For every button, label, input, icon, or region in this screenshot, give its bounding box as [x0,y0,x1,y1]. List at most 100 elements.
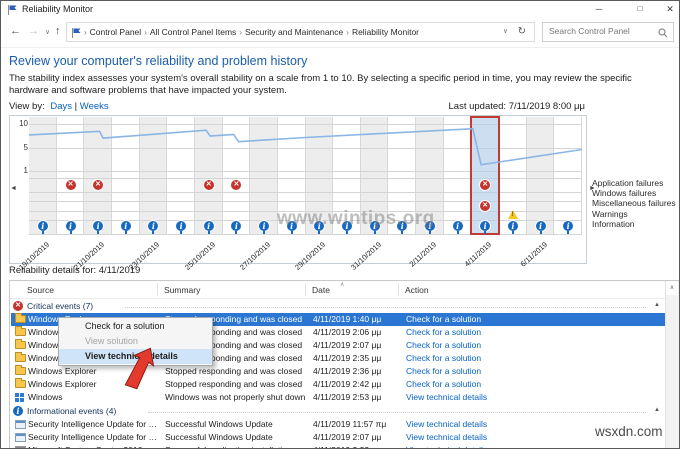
row-folder-icon [15,341,26,349]
chart-scroll-left-icon[interactable]: ◄ [10,185,17,192]
row-app-window-icon [15,420,26,429]
app-flag-icon [7,4,18,15]
close-button[interactable]: ✕ [660,2,680,16]
cell-action-link[interactable]: Check for a solution [406,378,656,391]
search-box[interactable] [542,22,674,42]
breadcrumb-flag-icon [71,27,82,38]
refresh-icon[interactable]: ↻ [518,26,526,37]
legend-row-label: Windows failures [592,188,676,198]
minimize-button[interactable]: ─ [589,2,609,16]
table-row[interactable]: Microsoft System Center 2016 Ma...Succes… [11,444,665,449]
row-windows-icon [15,393,24,402]
scrollbar-up-icon[interactable]: ∧ [666,281,678,295]
row-folder-icon [15,328,26,336]
table-row[interactable]: Windows ExplorerStopped responding and w… [11,365,665,378]
cell-summary: Successful Windows Update [165,418,306,431]
legend-row-label: Warnings [592,209,676,219]
breadcrumb-item[interactable]: Control Panel [90,27,142,37]
navigation-toolbar: ← → ∨ ↑ ›Control Panel›All Control Panel… [1,18,679,48]
information-icon[interactable]: i [204,221,214,231]
column-separator[interactable] [305,283,306,296]
group-information-icon: i [13,406,23,416]
event-group-label: Critical events (7) [27,301,93,311]
chart-row-legend: Application failuresWindows failuresMisc… [592,178,676,229]
cell-action-link[interactable]: View technical details [406,444,656,449]
breadcrumb-item[interactable]: Security and Maintenance [245,27,343,37]
information-icon[interactable]: i [453,221,463,231]
collapse-group-icon[interactable]: ▲ [654,407,660,413]
event-group-row[interactable]: iInformational events (4)▲ [10,404,666,418]
information-icon[interactable]: i [66,221,76,231]
information-icon[interactable]: i [508,221,518,231]
cell-action-link[interactable]: View technical details [406,391,656,404]
column-separator[interactable] [157,283,158,296]
menu-item-check-for-a-solution[interactable]: Check for a solution [59,319,212,334]
warning-icon[interactable]: ! [508,210,518,219]
cell-date: 4/11/2019 2:07 μμ [313,431,399,444]
breadcrumb-item[interactable]: All Control Panel Items [150,27,236,37]
last-updated-label: Last updated: 7/11/2019 8:00 μμ [449,101,586,112]
table-row[interactable]: WindowsWindows was not properly shut dow… [11,391,665,404]
maximize-button[interactable]: □ [630,2,650,16]
event-group-line [125,307,646,308]
view-by-days-link[interactable]: Days [50,101,72,112]
information-icon[interactable]: i [536,221,546,231]
column-header[interactable]: Summary [164,285,200,295]
failure-icon[interactable]: ✕ [66,180,76,190]
chart-watermark: www.wintips.org [277,208,435,230]
sort-ascending-icon: ∧ [340,281,344,288]
group-critical-icon: ✕ [13,301,23,311]
reliability-monitor-window: Reliability Monitor ─ □ ✕ ← → ∨ ↑ ›Contr… [0,0,680,449]
collapse-group-icon[interactable]: ▲ [654,302,660,308]
table-row[interactable]: Security Intelligence Update for W...Suc… [11,431,665,444]
view-by-row: View by: Days | Weeks [9,101,109,112]
back-icon[interactable]: ← [10,26,21,37]
table-row[interactable]: Windows ExplorerStopped responding and w… [11,378,665,391]
search-input[interactable] [547,25,656,37]
cell-summary: Stopped responding and was closed [165,365,306,378]
row-folder-icon [15,354,26,362]
title-bar: Reliability Monitor ─ □ ✕ [1,1,679,18]
failure-icon[interactable]: ✕ [204,180,214,190]
search-icon[interactable] [658,28,668,38]
row-folder-icon [15,367,26,375]
cell-summary: Stopped responding and was closed [165,378,306,391]
breadcrumb: ›Control Panel›All Control Panel Items›S… [84,23,422,41]
column-header[interactable]: Date [312,285,330,295]
table-row[interactable]: Security Intelligence Update for W... Suc… [11,418,665,431]
window-title: Reliability Monitor [22,4,93,14]
breadcrumb-separator-icon: › [84,28,87,37]
cell-action-link[interactable]: Check for a solution [406,352,656,365]
vertical-scrollbar[interactable]: ∧ [665,281,679,449]
column-header[interactable]: Action [405,285,429,295]
cell-action-link[interactable]: Check for a solution [406,326,656,339]
event-group-row[interactable]: ✕ Critical events (7) ▲ [10,299,666,313]
legend-row-label: Application failures [592,178,676,188]
page-description: The stability index assesses your system… [9,73,673,96]
breadcrumb-separator-icon: › [144,28,147,37]
page-title: Review your computer's reliability and p… [9,54,307,68]
cell-date: 4/11/2019 2:53 μμ [313,391,399,404]
stability-chart: 1051✕✕✕✕✕✕!iiiiiiiiiiiiiiiiiiii19/10/201… [9,115,587,264]
cell-date: 4/11/2019 11:57 πμ [313,418,399,431]
information-icon[interactable]: i [259,221,269,231]
cell-summary: Successful Windows Update [165,431,306,444]
column-header[interactable]: Source [27,285,54,295]
information-icon[interactable]: i [121,221,131,231]
address-dropdown-icon[interactable]: ∨ [503,27,508,35]
cell-action-link[interactable]: Check for a solution [406,365,656,378]
history-dropdown-icon[interactable]: ∨ [45,27,50,38]
cell-action-link[interactable]: Check for a solution [406,313,656,326]
cell-source: Security Intelligence Update for W... [28,418,158,431]
cell-action-link[interactable]: Check for a solution [406,339,656,352]
column-separator[interactable] [398,283,399,296]
view-by-weeks-link[interactable]: Weeks [80,101,109,112]
cell-summary: Windows was not properly shut down [165,391,306,404]
information-icon[interactable]: i [38,221,48,231]
address-bar[interactable]: ›Control Panel›All Control Panel Items›S… [66,22,535,42]
up-icon[interactable]: ↑ [55,26,61,37]
cell-date: 4/11/2019 2:06 μμ [313,326,399,339]
breadcrumb-item[interactable]: Reliability Monitor [352,27,419,37]
cell-summary: Successful application installation [165,444,306,449]
forward-icon[interactable]: → [28,26,39,37]
